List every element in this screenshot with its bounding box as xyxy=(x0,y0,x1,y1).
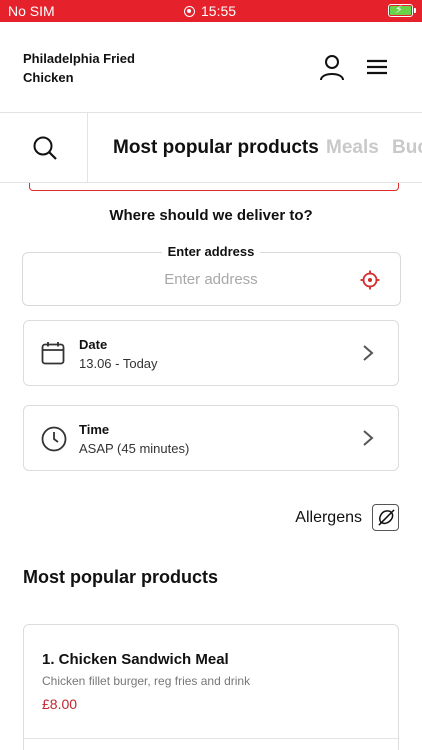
clock-icon xyxy=(41,426,67,452)
clock: 15:55 xyxy=(201,3,237,19)
address-label-text: Enter address xyxy=(161,244,261,259)
time-selector[interactable]: Time ASAP (45 minutes) xyxy=(23,405,399,471)
chevron-right-icon xyxy=(363,345,374,361)
allergen-icon xyxy=(378,509,395,526)
calendar-icon xyxy=(41,342,65,365)
allergens-filter[interactable]: Allergens xyxy=(295,504,399,531)
status-center: 15:55 xyxy=(184,3,236,19)
search-icon xyxy=(33,136,57,160)
delivery-question: Where should we deliver to? xyxy=(109,207,313,224)
allergens-label: Allergens xyxy=(295,508,362,526)
user-icon[interactable] xyxy=(318,54,346,82)
time-value: ASAP (45 minutes) xyxy=(79,441,190,456)
brand-name[interactable]: Philadelphia Fried Chicken xyxy=(23,49,153,87)
allergens-button[interactable] xyxy=(372,504,399,531)
tab-most-popular[interactable]: Most popular products xyxy=(113,137,319,159)
category-tab-bar: Most popular products Meals Buc xyxy=(0,113,422,183)
date-selector[interactable]: Date 13.06 - Today xyxy=(23,320,399,386)
scrolled-panel-edge xyxy=(29,183,399,191)
chevron-right-icon xyxy=(363,430,374,446)
charging-icon: ⚡ xyxy=(395,4,403,16)
battery-icon: ⚡ xyxy=(388,4,416,17)
tab-buckets[interactable]: Buc xyxy=(392,137,422,159)
section-title-popular: Most popular products xyxy=(23,567,218,587)
product-name: 1. Chicken Sandwich Meal xyxy=(42,651,229,668)
status-bar: No SIM 15:55 ⚡ xyxy=(0,0,422,22)
date-value: 13.06 - Today xyxy=(79,356,158,371)
carrier-label: No SIM xyxy=(8,3,55,19)
product-divider xyxy=(24,738,398,739)
tab-meals[interactable]: Meals xyxy=(326,137,379,159)
menu-icon[interactable] xyxy=(364,55,390,81)
address-field[interactable] xyxy=(22,252,401,306)
address-label: Enter address xyxy=(0,244,422,259)
address-input[interactable] xyxy=(63,271,359,288)
search-button[interactable] xyxy=(0,113,88,182)
time-title: Time xyxy=(79,422,110,437)
product-card[interactable]: 1. Chicken Sandwich Meal Chicken fillet … xyxy=(23,624,399,750)
product-price: £8.00 xyxy=(42,696,78,712)
product-description: Chicken fillet burger, reg fries and dri… xyxy=(42,674,251,688)
locate-me-icon[interactable] xyxy=(360,270,380,290)
screen-record-icon xyxy=(184,5,195,17)
app-header: Philadelphia Fried Chicken xyxy=(0,22,422,113)
date-title: Date xyxy=(79,337,108,352)
